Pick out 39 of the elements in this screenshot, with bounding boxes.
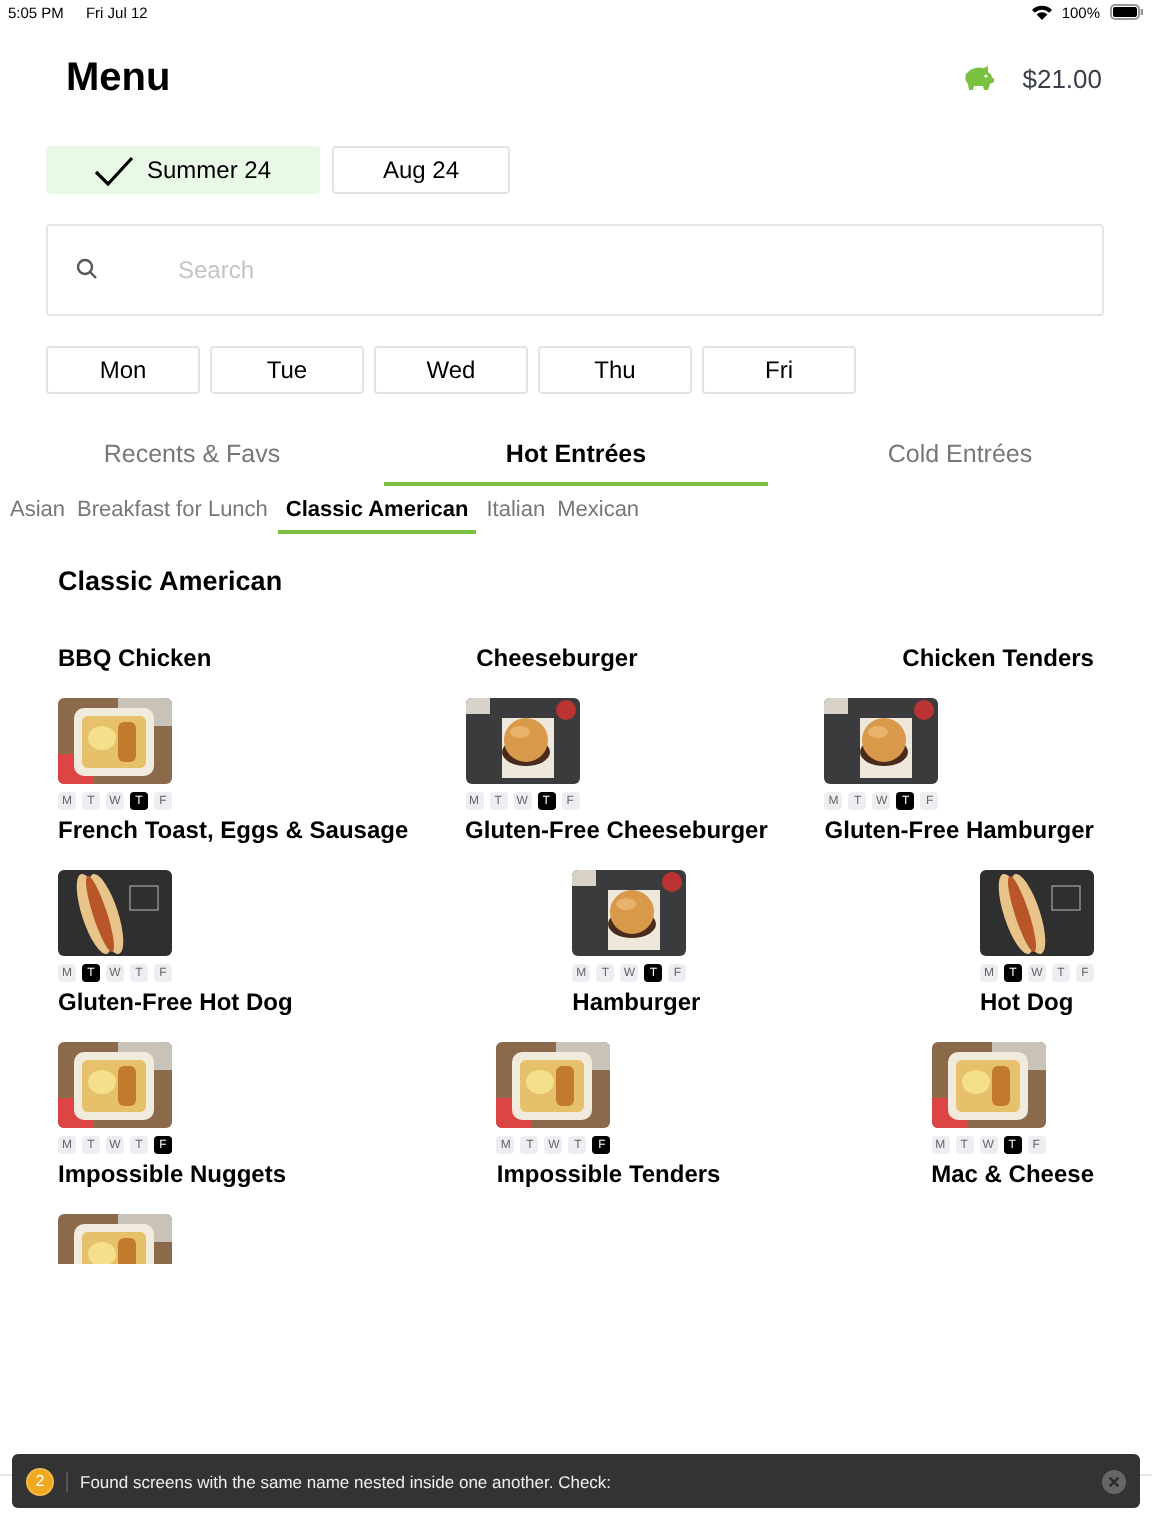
menu-item-name[interactable]: Gluten-Free Cheeseburger (465, 816, 768, 844)
warning-count-badge: 2 (26, 1467, 54, 1495)
category-tab[interactable]: Recents & Favs (0, 426, 384, 486)
piggy-bank-icon (962, 65, 995, 91)
term-chip[interactable]: Summer 24 (46, 146, 320, 194)
menu-item-name[interactable]: Chicken Tenders (902, 644, 1094, 672)
search-field[interactable]: Search (46, 224, 1104, 316)
checkmark-icon (94, 155, 135, 185)
page-title: Menu (66, 55, 171, 101)
menu-item-name[interactable]: Gluten-Free Hamburger (824, 816, 1094, 844)
menu-item-name[interactable]: Impossible Tenders (496, 1160, 721, 1188)
menu-item-name[interactable]: Gluten-Free Hot Dog (58, 988, 293, 1016)
search-icon (76, 258, 98, 280)
subcategory-tab[interactable]: Asian (8, 494, 68, 534)
day-button[interactable]: Wed (374, 346, 528, 394)
day-button[interactable]: Fri (702, 346, 856, 394)
menu-item-name[interactable]: Cheeseburger (476, 644, 638, 672)
menu-item-name[interactable]: Mac & Cheese (931, 1160, 1094, 1188)
balance-amount: $21.00 (1022, 63, 1102, 93)
day-button[interactable]: Thu (538, 346, 692, 394)
menu-item-name[interactable]: BBQ Chicken (58, 644, 212, 672)
subcategory-tab[interactable]: Breakfast for Lunch (75, 494, 270, 534)
close-icon[interactable] (1102, 1469, 1126, 1493)
menu-item-name[interactable]: Hamburger (572, 988, 701, 1016)
category-tab[interactable]: Hot Entrées (384, 426, 768, 486)
menu-item-name[interactable]: Hot Dog (980, 988, 1074, 1016)
wifi-icon (1031, 4, 1052, 20)
subcategory-tab[interactable]: Italian (484, 494, 548, 534)
subcategory-tab[interactable]: Mexican (555, 494, 642, 534)
menu-item-name[interactable]: French Toast, Eggs & Sausage (58, 816, 409, 844)
menu-item-name[interactable]: Impossible Nuggets (58, 1160, 287, 1188)
battery-icon (1110, 4, 1144, 20)
term-chip[interactable]: Aug 24 (332, 146, 510, 194)
day-button[interactable]: Tue (210, 346, 364, 394)
day-button[interactable]: Mon (46, 346, 200, 394)
category-tab[interactable]: Cold Entrées (768, 426, 1152, 486)
subcategory-tab[interactable]: Classic American (277, 494, 477, 534)
toast-message: Found screens with the same name nested inside one another. Check: (66, 1471, 612, 1491)
section-title: Classic American (58, 566, 285, 596)
